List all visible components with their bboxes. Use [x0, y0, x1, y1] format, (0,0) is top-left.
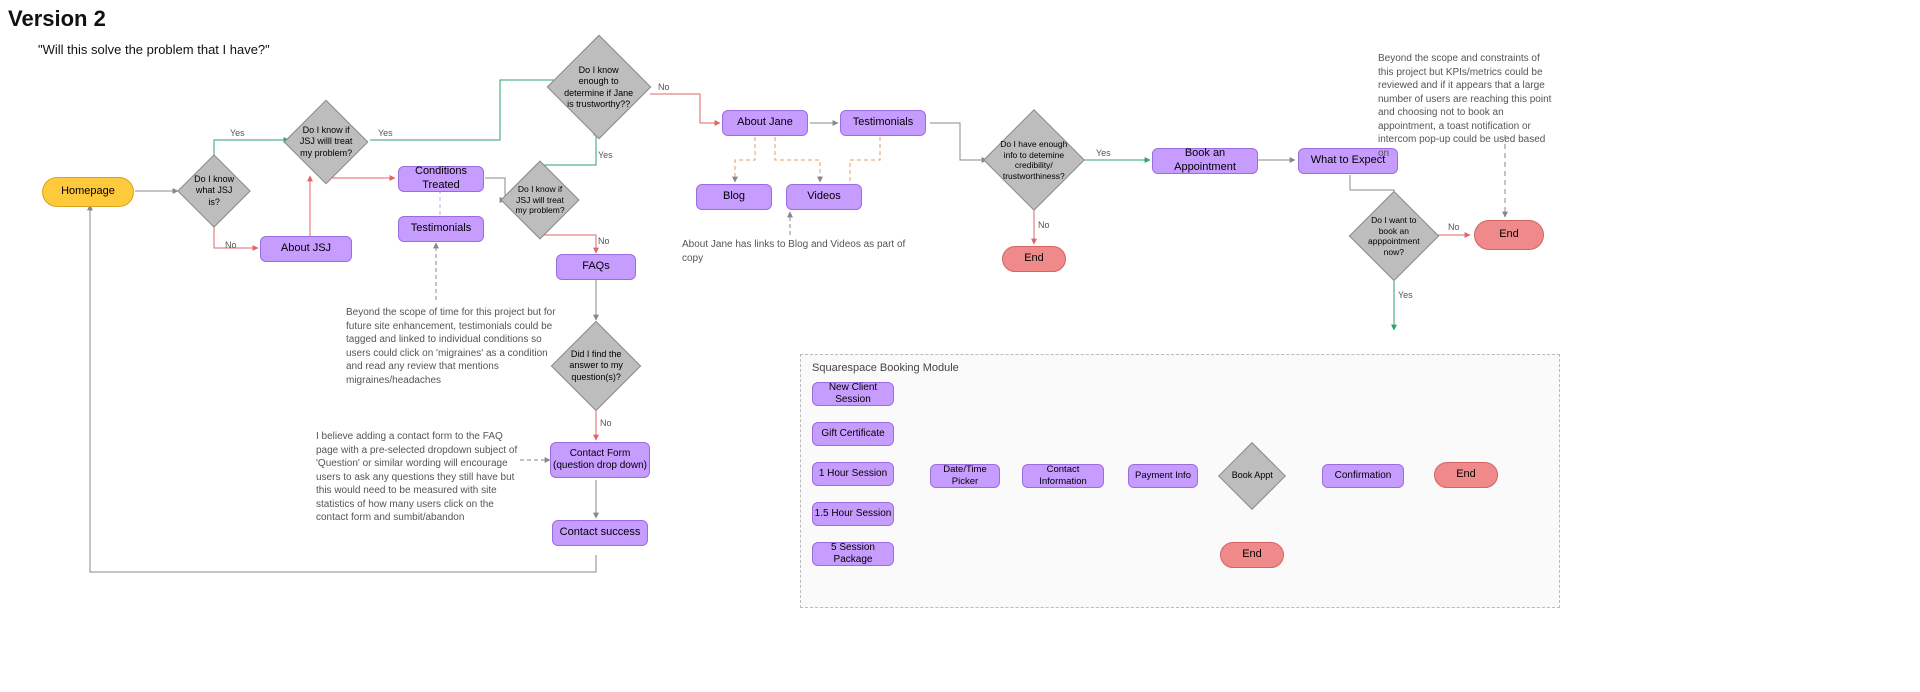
node-label: Book an Appointment [1153, 147, 1257, 175]
node-label: About JSJ [281, 242, 331, 256]
edge-label: No [225, 240, 237, 250]
node-label: 1 Hour Session [819, 468, 887, 481]
node-1h-session: 1 Hour Session [812, 462, 894, 486]
node-label: Confirmation [1335, 470, 1392, 483]
node-label: FAQs [582, 260, 610, 274]
node-1-5h-session: 1.5 Hour Session [812, 502, 894, 526]
node-conditions: Conditions Treated [398, 166, 484, 192]
node-label: New Client Session [813, 382, 893, 407]
node-label: End [1242, 548, 1262, 562]
node-contact-info: Contact Information [1022, 464, 1104, 488]
node-credibility: Do I have enough info to detemine credib… [983, 109, 1085, 211]
node-label: Do I have enough info to detemine credib… [999, 139, 1069, 182]
node-jsj-treat: Do I know if JSJ willl treat my problem? [284, 100, 369, 185]
node-label: Payment Info [1135, 470, 1191, 482]
node-payment: Payment Info [1128, 464, 1198, 488]
edge-label: No [598, 236, 610, 246]
node-gift-cert: Gift Certificate [812, 422, 894, 446]
node-videos: Videos [786, 184, 862, 210]
node-label: Blog [723, 190, 745, 204]
node-end-1: End [1002, 246, 1066, 272]
edge-label: Yes [598, 150, 613, 160]
node-end-3: End [1434, 462, 1498, 488]
node-label: Do I know if JSJ willl treat my problem? [297, 125, 355, 159]
edge-label: No [658, 82, 670, 92]
edge-label: Yes [378, 128, 393, 138]
node-label: Book Appt [1229, 470, 1275, 481]
edge-label: Yes [230, 128, 245, 138]
node-book-now: Do I want to book an apppointment now? [1349, 191, 1440, 282]
node-book-appointment: Book an Appointment [1152, 148, 1258, 174]
node-label: Do I know if JSJ will treat my problem? [513, 184, 567, 216]
node-know-jsj: Do I know what JSJ is? [177, 154, 251, 228]
node-label: Do I know enough to determine if Jane is… [563, 65, 635, 110]
node-label: Videos [807, 190, 840, 204]
node-label: Do I want to book an apppointment now? [1363, 215, 1425, 258]
node-contact-form: Contact Form (question drop down) [550, 442, 650, 478]
node-end-4: End [1220, 542, 1284, 568]
node-label: 1.5 Hour Session [815, 508, 892, 521]
note-text: Beyond the scope and constraints of this… [1378, 52, 1558, 160]
note-text: About Jane has links to Blog and Videos … [682, 238, 912, 265]
node-label: Conditions Treated [399, 165, 483, 193]
node-contact-success: Contact success [552, 520, 648, 546]
note-text: I believe adding a contact form to the F… [316, 430, 526, 525]
node-datetime: Date/Time Picker [930, 464, 1000, 488]
node-label: Contact Information [1023, 464, 1103, 488]
node-trustworthy: Do I know enough to determine if Jane is… [547, 35, 652, 140]
edge-label: No [600, 418, 612, 428]
node-label: Did I find the answer to my question(s)? [565, 349, 627, 383]
node-label: About Jane [737, 116, 793, 130]
node-label: Gift Certificate [821, 428, 884, 441]
node-about-jsj: About JSJ [260, 236, 352, 262]
diagram-question: "Will this solve the problem that I have… [38, 42, 270, 57]
node-testimonials-2: Testimonials [840, 110, 926, 136]
node-new-client: New Client Session [812, 382, 894, 406]
node-label: 5 Session Package [813, 542, 893, 567]
node-label: End [1456, 468, 1476, 482]
module-title: Squarespace Booking Module [812, 362, 959, 374]
note-text: Beyond the scope of time for this projec… [346, 306, 566, 387]
node-confirmation: Confirmation [1322, 464, 1404, 488]
node-label: Testimonials [411, 222, 472, 236]
node-label: Homepage [61, 185, 115, 199]
node-about-jane: About Jane [722, 110, 808, 136]
node-jsj-treat-2: Do I know if JSJ will treat my problem? [500, 160, 579, 239]
edge-label: Yes [1096, 148, 1111, 158]
node-testimonials: Testimonials [398, 216, 484, 242]
node-label: Contact success [560, 526, 641, 540]
node-label: Testimonials [853, 116, 914, 130]
node-label: End [1499, 228, 1519, 242]
node-label: What to Expect [1311, 154, 1386, 168]
node-label: Do I know what JSJ is? [189, 174, 239, 208]
node-label: Date/Time Picker [931, 464, 999, 488]
edge-label: No [1038, 220, 1050, 230]
node-blog: Blog [696, 184, 772, 210]
node-faqs: FAQs [556, 254, 636, 280]
diagram-title: Version 2 [8, 6, 106, 32]
edge-label: No [1448, 222, 1460, 232]
node-5session-pkg: 5 Session Package [812, 542, 894, 566]
node-end-2: End [1474, 220, 1544, 250]
node-label: End [1024, 252, 1044, 266]
edge-label: Yes [1398, 290, 1413, 300]
node-homepage: Homepage [42, 177, 134, 207]
node-label: Contact Form (question drop down) [551, 448, 649, 473]
